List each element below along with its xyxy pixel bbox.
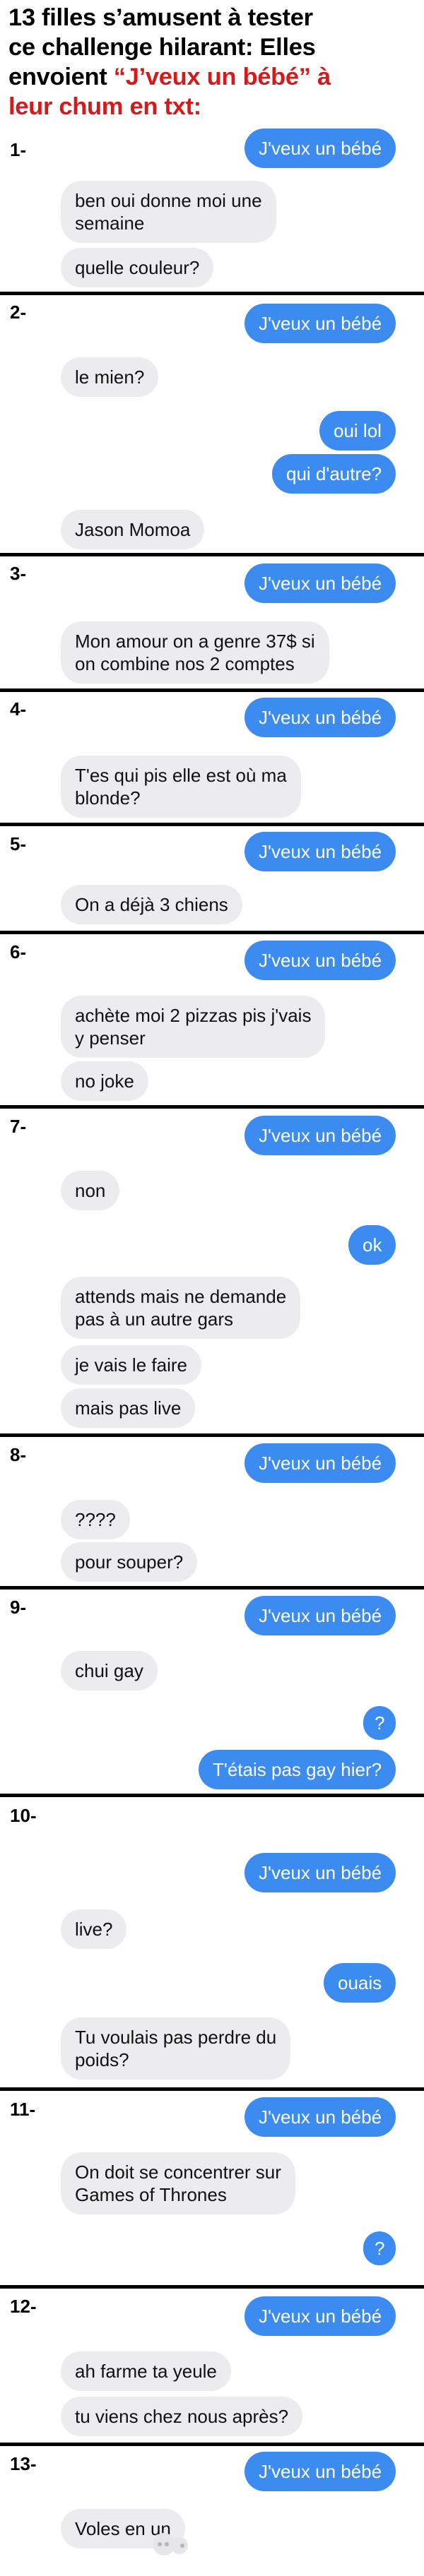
section-divider (0, 1586, 424, 1590)
received-message-bubble: ben oui donne moi une semaine (61, 181, 276, 243)
sent-message-bubble: J'veux un bébé (245, 2097, 396, 2137)
conversation-number: 4- (10, 698, 27, 720)
received-message-bubble: Tu voulais pas perdre du poids? (61, 2017, 291, 2080)
section-divider (0, 292, 424, 295)
page-title: 13 filles s’amusent à tester ce challeng… (8, 3, 418, 121)
received-message-bubble: tu viens chez nous après? (61, 2397, 303, 2436)
title-line: envoient “J’veux un bébé” à (8, 62, 418, 92)
received-message-bubble: Mon amour on a genre 37$ si on combine n… (61, 621, 329, 684)
conversation-number: 1- (10, 139, 27, 160)
sent-message-bubble: J'veux un bébé (245, 564, 396, 603)
sent-message-bubble: J'veux un bébé (245, 698, 396, 737)
typing-indicator-icon (153, 2533, 188, 2556)
sent-message-bubble: J'veux un bébé (245, 2296, 396, 2336)
sent-message-bubble: qui d'autre? (272, 454, 396, 494)
sent-message-bubble: ? (363, 1706, 396, 1740)
conversation-number: 3- (10, 563, 27, 584)
sent-message-bubble: J'veux un bébé (245, 941, 396, 980)
section-divider (0, 1105, 424, 1109)
sent-message-bubble: oui lol (319, 411, 396, 451)
section-divider (0, 1433, 424, 1437)
conversation-number: 11- (10, 2099, 36, 2120)
received-message-bubble: mais pas live (61, 1388, 196, 1428)
received-message-bubble: pour souper? (61, 1542, 198, 1582)
section-divider (0, 931, 424, 934)
section-divider (0, 1794, 424, 1797)
title-line-highlight: leur chum en txt: (8, 93, 201, 120)
sent-message-bubble: J'veux un bébé (245, 2452, 396, 2491)
received-message-bubble: chui gay (61, 1651, 158, 1690)
received-message-bubble: je vais le faire (61, 1345, 201, 1385)
section-divider (0, 823, 424, 826)
section-divider (0, 2285, 424, 2289)
conversation-number: 6- (10, 941, 27, 962)
sent-message-bubble: J'veux un bébé (245, 1853, 396, 1892)
received-message-bubble: le mien? (61, 357, 159, 397)
conversation-number: 9- (10, 1597, 27, 1618)
conversation-number: 5- (10, 833, 27, 854)
received-message-bubble: Jason Momoa (61, 510, 205, 549)
title-line: ce challenge hilarant: Elles (8, 34, 316, 61)
section-divider (0, 553, 424, 556)
received-message-bubble: ah farme ta yeule (61, 2351, 231, 2391)
sent-message-bubble: ouais (324, 1963, 396, 2003)
conversation-number: 2- (10, 302, 27, 323)
sent-message-bubble: ok (348, 1225, 396, 1265)
received-message-bubble: live? (61, 1909, 127, 1949)
received-message-bubble: T'es qui pis elle est où ma blonde? (61, 756, 301, 818)
received-message-bubble: no joke (61, 1061, 148, 1101)
sent-message-bubble: J'veux un bébé (245, 1596, 396, 1635)
received-message-bubble: non (61, 1171, 120, 1210)
received-message-bubble: On doit se concentrer sur Games of Thron… (61, 2152, 295, 2214)
conversation-number: 10- (10, 1805, 37, 1826)
sent-message-bubble: ? (363, 2231, 396, 2265)
received-message-bubble: quelle couleur? (61, 248, 214, 287)
sent-message-bubble: J'veux un bébé (245, 304, 396, 343)
sent-message-bubble: J'veux un bébé (245, 1116, 396, 1155)
conversation-number: 7- (10, 1116, 27, 1137)
title-text: envoient (8, 64, 107, 90)
received-message-bubble: On a déjà 3 chiens (61, 885, 242, 924)
sent-message-bubble: T'étais pas gay hier? (199, 1750, 396, 1789)
conversation-number: 8- (10, 1444, 27, 1465)
received-message-bubble: achète moi 2 pizzas pis j'vais y penser (61, 996, 326, 1058)
title-highlight: “J’veux un bébé” à (113, 64, 331, 90)
section-divider (0, 688, 424, 692)
sent-message-bubble: J'veux un bébé (245, 129, 396, 168)
sent-message-bubble: J'veux un bébé (245, 832, 396, 871)
section-divider (0, 2087, 424, 2091)
title-line: 13 filles s’amusent à tester (8, 4, 313, 31)
received-message-bubble: attends mais ne demande pas à un autre g… (61, 1277, 301, 1339)
conversation-number: 13- (10, 2453, 37, 2474)
section-divider (0, 2443, 424, 2446)
received-message-bubble: ???? (61, 1500, 130, 1539)
sent-message-bubble: J'veux un bébé (245, 1443, 396, 1483)
conversation-number: 12- (10, 2296, 37, 2317)
